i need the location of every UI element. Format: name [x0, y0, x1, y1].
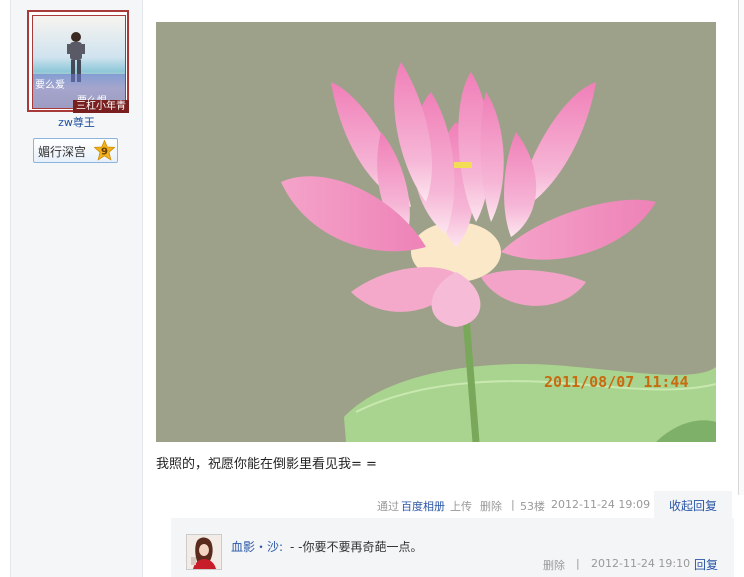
- reply-meta-separator: |: [576, 557, 580, 570]
- avatar-caption-1: 要么爱: [35, 80, 65, 91]
- author-username[interactable]: zw尊王: [11, 114, 142, 130]
- post-delete-link[interactable]: 删除: [480, 498, 502, 514]
- reply-username[interactable]: 血影・沙:: [231, 538, 283, 555]
- collapse-reply-button[interactable]: 收起回复: [669, 497, 717, 514]
- badge-level-number: 9: [101, 147, 108, 158]
- reply-button[interactable]: 回复: [694, 556, 718, 573]
- member-badge[interactable]: 媚行深宫 9: [33, 138, 118, 163]
- post-content: 我照的，祝愿你能在倒影里看见我= =: [156, 457, 377, 472]
- avatar-tag: 三杠小年青: [73, 100, 129, 113]
- star-icon: 9: [94, 140, 115, 161]
- lotus-image: 2011/08/07 11:44: [156, 22, 716, 442]
- post-photo[interactable]: 2011/08/07 11:44: [156, 22, 716, 442]
- reply-content: - -你要不要再奇葩一点。: [290, 540, 423, 554]
- scrollbar-edge[interactable]: [738, 0, 744, 495]
- floor-number: 53楼: [520, 500, 545, 513]
- author-avatar[interactable]: 要么爱 要么恨 三杠小年青: [27, 10, 129, 113]
- meta-separator: |: [511, 498, 515, 511]
- via-prefix: 通过: [377, 500, 399, 513]
- reply-delete-link[interactable]: 删除: [543, 557, 565, 573]
- avatar-image: 要么爱 要么恨: [32, 15, 126, 109]
- post-datetime: 2012-11-24 19:09: [551, 498, 651, 511]
- photo-timestamp: 2011/08/07 11:44: [544, 373, 689, 391]
- badge-label: 媚行深宫: [38, 145, 87, 159]
- post-meta: 通过 百度相册 上传 删除 | 53楼 2012-11-24 19:09 收起回…: [0, 496, 744, 514]
- author-sidebar: 要么爱 要么恨 三杠小年青 zw尊王 媚行深宫 9: [10, 0, 143, 577]
- via-suffix: 上传: [450, 500, 472, 513]
- reply-datetime: 2012-11-24 19:10: [591, 557, 691, 570]
- baidu-album-link[interactable]: 百度相册: [401, 498, 445, 514]
- reply-meta: 删除 | 2012-11-24 19:10 回复: [0, 556, 744, 572]
